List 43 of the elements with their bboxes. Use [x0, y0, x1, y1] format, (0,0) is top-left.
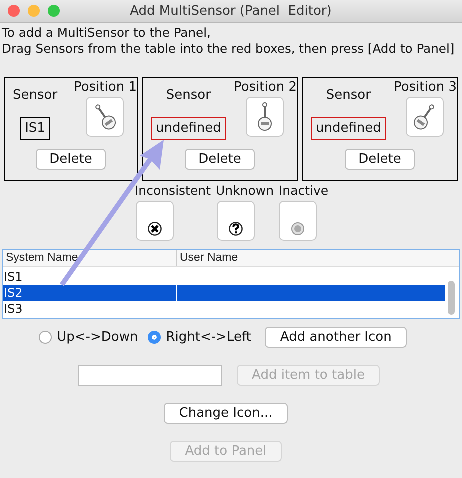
window-title: Add MultiSensor (Panel Editor) [130, 4, 332, 18]
table-row[interactable]: IS3 [3, 301, 445, 317]
orientation-radio[interactable]: Up<->Down [39, 330, 138, 345]
delete-button[interactable]: Delete [345, 149, 415, 170]
table-row[interactable]: IS1 [3, 269, 445, 285]
state-label: Unknown [216, 183, 274, 198]
add-icon-button[interactable]: Add another Icon [265, 327, 407, 348]
icon-button[interactable] [86, 97, 124, 137]
position-label: Position 3 [394, 80, 457, 95]
item-input-field[interactable] [78, 365, 222, 386]
state-label: Inconsistent [135, 183, 211, 198]
state-icon-button[interactable] [217, 201, 255, 241]
table-cell-text: IS1 [3, 269, 24, 285]
instruction-text: To add a MultiSensor to the Panel, [2, 25, 212, 41]
column-header[interactable]: User Name [177, 250, 459, 266]
close-button[interactable] [8, 5, 20, 17]
sensor-drop-box[interactable]: undefined [311, 117, 386, 140]
state-label: Inactive [279, 183, 329, 198]
radio-label: Right<->Left [166, 330, 252, 345]
change-icon-button[interactable]: Change Icon... [164, 403, 288, 424]
zoom-button[interactable] [48, 5, 60, 17]
delete-button[interactable]: Delete [185, 149, 255, 170]
scrollbar-thumb[interactable] [448, 281, 455, 315]
table-row[interactable]: IS2 [3, 285, 445, 301]
state-icon-button[interactable] [136, 201, 174, 241]
delete-button[interactable]: Delete [36, 149, 106, 170]
orientation-radio[interactable]: Right<->Left [148, 330, 252, 345]
position-label: Position 1 [74, 80, 137, 95]
sensor-drop-box[interactable]: undefined [151, 117, 226, 140]
table-cell-text: IS3 [3, 301, 24, 317]
radio-label: Up<->Down [57, 330, 138, 345]
minimize-button[interactable] [28, 5, 40, 17]
position-label: Position 2 [234, 80, 297, 95]
sensor-label: Sensor [326, 88, 371, 103]
sensor-label: Sensor [13, 88, 58, 103]
disc-icon [291, 222, 305, 236]
instruction-text: Drag Sensors from the table into the red boxes, then press [Add to Panel] [2, 41, 456, 57]
sensor-drop-box[interactable]: IS1 [20, 117, 50, 140]
question-circle-icon [229, 222, 243, 236]
sensor-label: Sensor [166, 88, 211, 103]
x-circle-icon [148, 222, 162, 236]
icon-button[interactable] [406, 97, 444, 137]
icon-button[interactable] [246, 97, 284, 137]
